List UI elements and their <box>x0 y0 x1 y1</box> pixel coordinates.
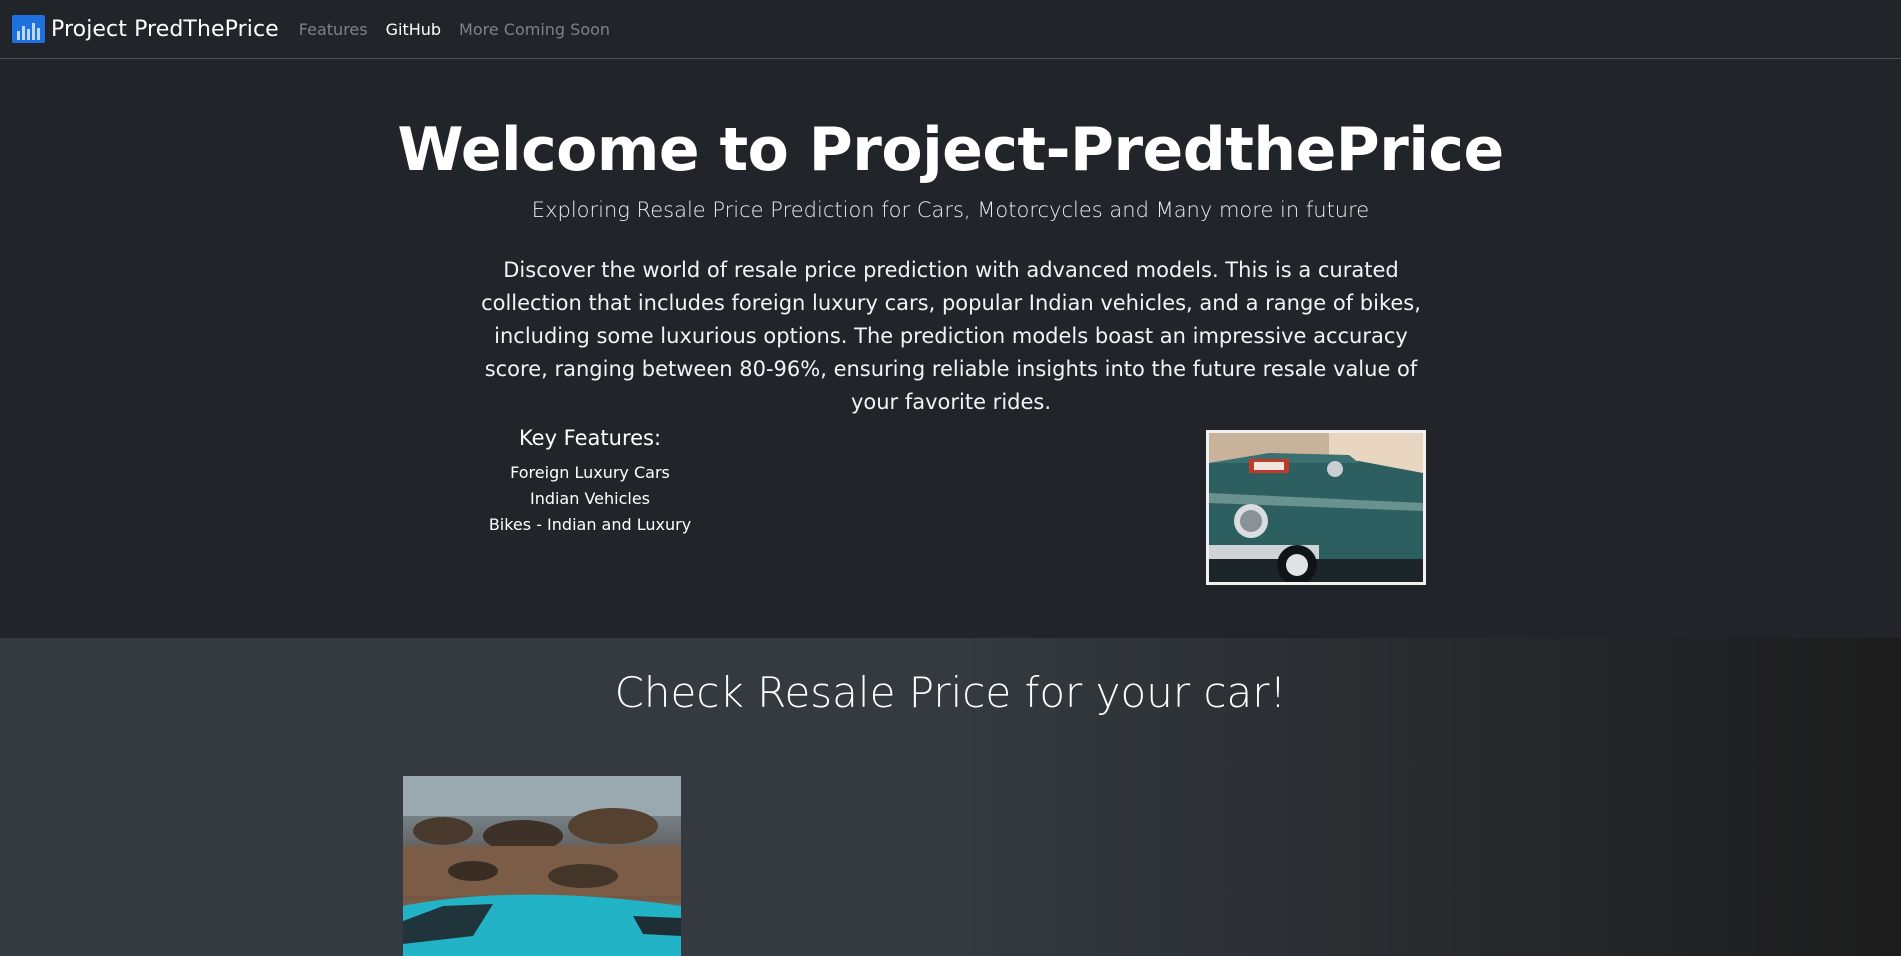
vintage-car-image <box>1206 430 1426 585</box>
resale-section: Check Resale Price for your car! <box>0 638 1901 956</box>
nav-link-more-coming-soon[interactable]: More Coming Soon <box>459 20 610 39</box>
hero-section: Welcome to Project-PredthePrice Explorin… <box>0 60 1901 638</box>
feature-item: Foreign Luxury Cars <box>510 463 670 482</box>
brand-name: Project PredThePrice <box>51 16 279 42</box>
feature-item: Bikes - Indian and Luxury <box>488 515 692 534</box>
key-features-list: Foreign Luxury Cars Indian Vehicles Bike… <box>460 460 720 538</box>
sports-car-image <box>403 776 681 956</box>
nav-links: Features GitHub More Coming Soon <box>299 20 610 39</box>
nav-link-github[interactable]: GitHub <box>386 20 441 39</box>
hero-description: Discover the world of resale price predi… <box>481 258 1421 414</box>
bar-chart-icon <box>12 15 45 43</box>
feature-item: Indian Vehicles <box>529 489 651 508</box>
brand-link[interactable]: Project PredThePrice <box>12 15 279 43</box>
nav-link-features[interactable]: Features <box>299 20 368 39</box>
hero-subtitle: Exploring Resale Price Prediction for Ca… <box>531 198 1370 222</box>
key-features-heading: Key Features: <box>518 426 662 450</box>
hero-title: Welcome to Project-PredthePrice <box>397 115 1504 185</box>
resale-title: Check Resale Price for your car! <box>614 668 1287 717</box>
navbar: Project PredThePrice Features GitHub Mor… <box>0 0 1901 59</box>
key-features: Key Features: Foreign Luxury Cars Indian… <box>460 426 720 538</box>
